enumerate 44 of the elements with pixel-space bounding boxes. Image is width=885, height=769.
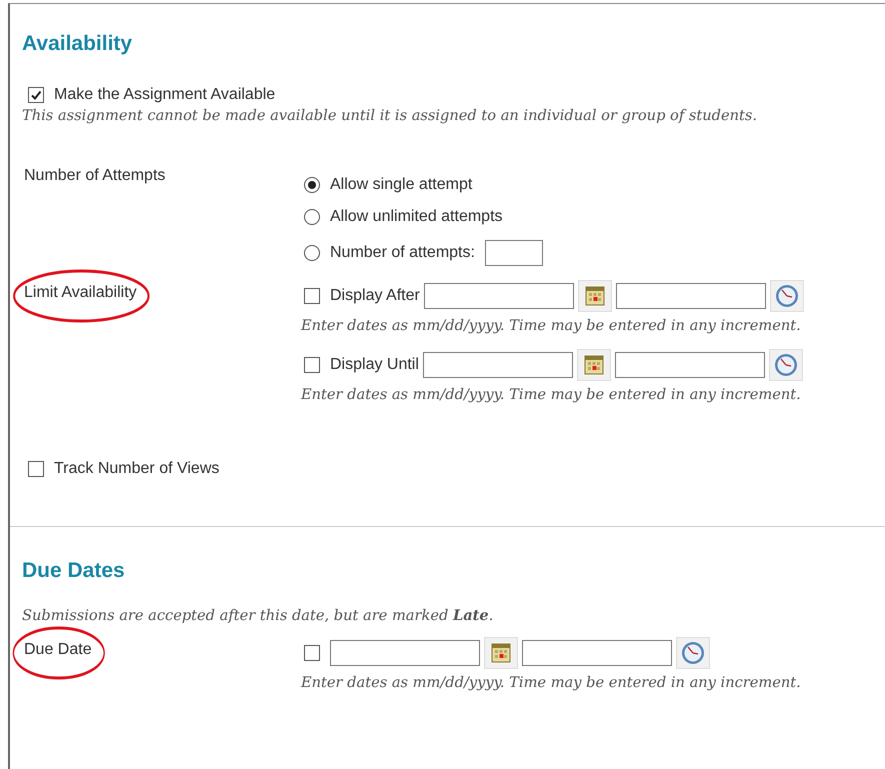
radio-button[interactable] [304, 209, 320, 225]
clock-button[interactable] [770, 280, 804, 312]
hint-text: Enter dates as mm/dd/yyyy. Time may be entered in any increment. [301, 386, 801, 403]
radio-button[interactable] [304, 177, 320, 193]
radio-label: Number of attempts: [330, 244, 475, 262]
attempts-field[interactable] [484, 240, 543, 266]
note-text: This assignment cannot be made available until it is assigned to an individual or group of students. [22, 107, 758, 124]
checkbox[interactable] [28, 87, 44, 103]
checkbox-label: Display After [330, 287, 420, 305]
date-field[interactable] [330, 640, 480, 666]
checkbox-label: Display Until [330, 356, 419, 374]
checkbox[interactable] [304, 357, 320, 373]
field-label: Number of Attempts [24, 167, 166, 184]
checkbox-label: Track Number of Views [54, 460, 220, 478]
section-heading: Due Dates [22, 559, 125, 583]
checkbox[interactable] [304, 645, 320, 661]
calendar-icon [491, 643, 511, 663]
date-field[interactable] [422, 352, 573, 378]
field-label: Limit Availability [24, 284, 137, 301]
time-field[interactable] [616, 283, 766, 309]
clock-icon [681, 641, 705, 665]
time-field[interactable] [522, 640, 672, 666]
calendar-icon [584, 355, 604, 375]
time-field[interactable] [614, 352, 765, 378]
hint-text: Enter dates as mm/dd/yyyy. Time may be entered in any increment. [301, 317, 801, 334]
clock-button[interactable] [676, 637, 710, 669]
checkbox[interactable] [304, 288, 320, 304]
note-text: Submissions are accepted after this date, but are marked Late. [22, 607, 494, 624]
section-heading: Availability [22, 32, 132, 56]
checkbox-label: Make the Assignment Available [54, 86, 276, 104]
checkbox[interactable] [28, 461, 44, 477]
calendar-button[interactable] [576, 349, 611, 381]
date-field[interactable] [424, 283, 574, 309]
hint-text: Enter dates as mm/dd/yyyy. Time may be entered in any increment. [301, 674, 801, 691]
clock-icon [774, 284, 799, 308]
calendar-icon [584, 286, 605, 306]
calendar-button[interactable] [484, 637, 518, 669]
clock-button[interactable] [768, 349, 803, 381]
clock-icon [774, 353, 798, 377]
calendar-button[interactable] [578, 280, 612, 312]
field-label: Due Date [24, 641, 92, 658]
radio-label: Allow single attempt [330, 176, 472, 194]
radio-button[interactable] [304, 245, 320, 261]
radio-label: Allow unlimited attempts [330, 208, 503, 226]
